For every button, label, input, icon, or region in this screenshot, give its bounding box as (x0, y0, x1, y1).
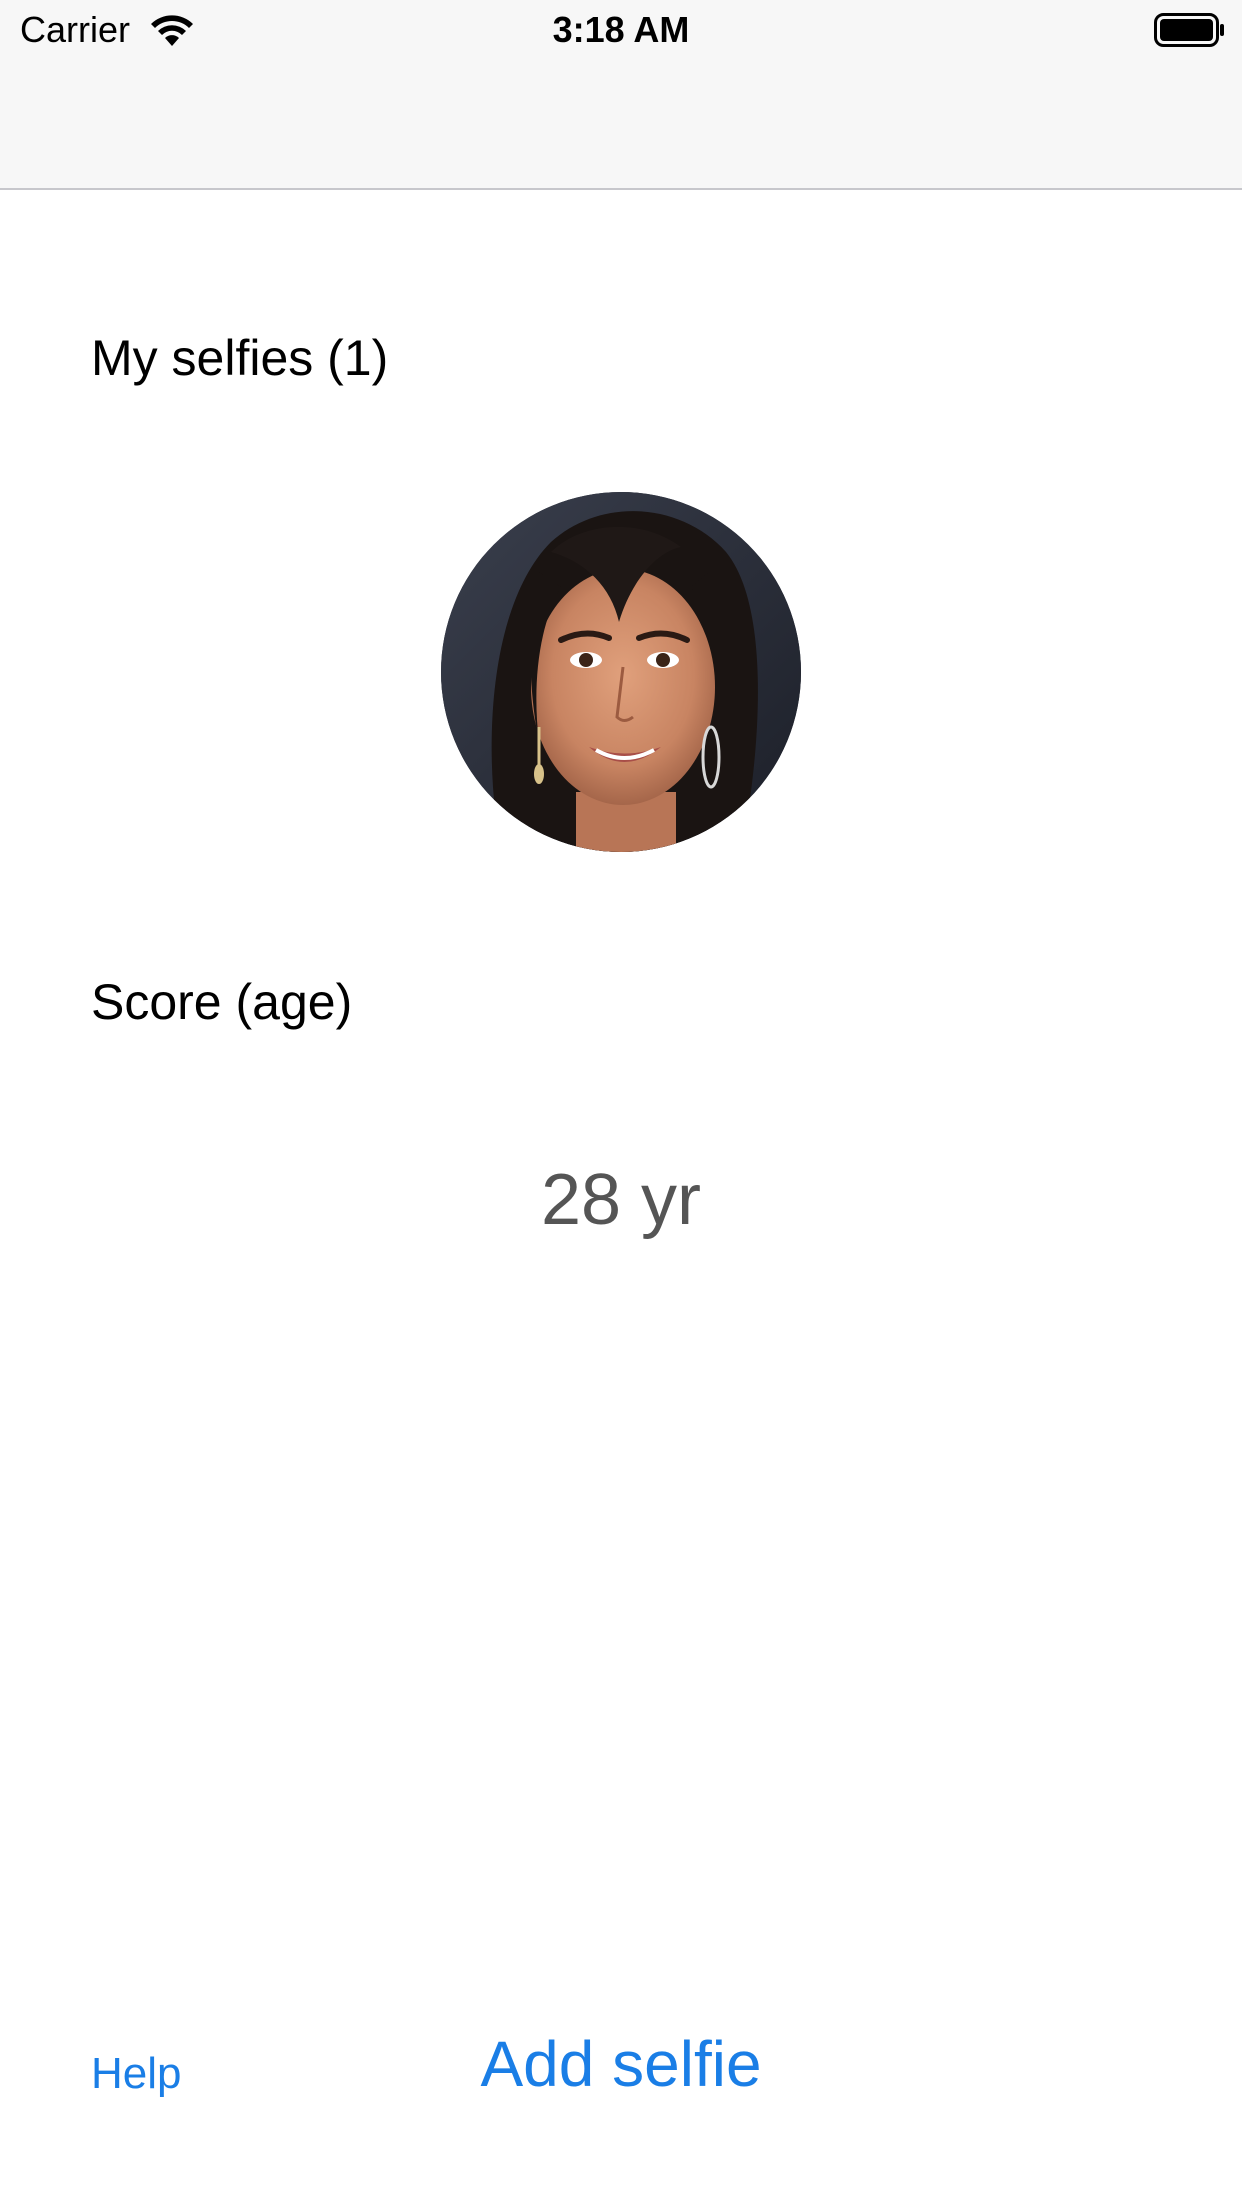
battery-icon (1154, 13, 1226, 47)
status-bar: Carrier 3:18 AM (0, 0, 1242, 190)
status-time: 3:18 AM (552, 9, 690, 50)
score-title: Score (age) (91, 974, 353, 1030)
my-selfies-title: My selfies (1) (91, 330, 389, 386)
selfie-image (441, 492, 801, 852)
score-value: 28 yr (540, 1160, 702, 1240)
add-selfie-button[interactable]: Add selfie (0, 2028, 1242, 2100)
selfie-avatar[interactable] (441, 492, 801, 852)
